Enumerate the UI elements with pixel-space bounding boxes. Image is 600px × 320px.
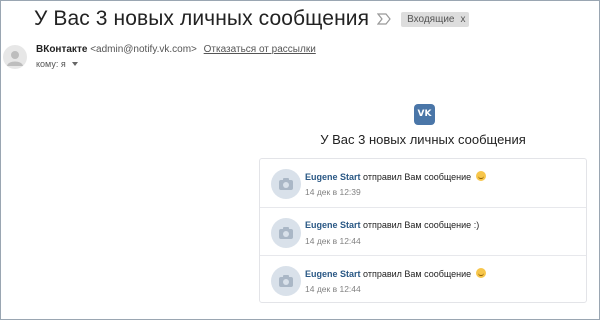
message-author-link[interactable]: Eugene Start: [305, 220, 361, 230]
inbox-label[interactable]: Входящие x: [401, 11, 470, 27]
smile-emoji-icon: [475, 171, 486, 181]
vk-logo-text: VK: [417, 109, 432, 119]
message-author-link[interactable]: Eugene Start: [305, 172, 361, 182]
recipient-details-chevron-icon[interactable]: [71, 62, 78, 66]
email-header: У Вас 3 новых личных сообщения Входящие …: [34, 7, 470, 31]
message-suffix: :): [473, 220, 480, 230]
message-text-line: Eugene Start отправил Вам сообщение :): [305, 220, 479, 230]
message-time: 14 дек в 12:39: [305, 187, 361, 197]
importance-marker-icon[interactable]: [377, 13, 391, 25]
recipient-line[interactable]: кому: я: [36, 59, 78, 69]
message-text: отправил Вам сообщение: [363, 172, 472, 182]
camera-icon: [279, 178, 293, 190]
message-text: отправил Вам сообщение: [363, 269, 472, 279]
message-avatar[interactable]: [271, 218, 301, 248]
sender-email: <admin@notify.vk.com>: [90, 44, 197, 55]
camera-icon: [279, 275, 293, 287]
unsubscribe-link[interactable]: Отказаться от рассылки: [204, 44, 316, 55]
camera-icon: [279, 227, 293, 239]
message-text: отправил Вам сообщение: [363, 220, 472, 230]
message-time: 14 дек в 12:44: [305, 236, 361, 246]
message-avatar[interactable]: [271, 169, 301, 199]
remove-label-icon[interactable]: x: [460, 14, 465, 25]
smile-emoji-icon: [475, 268, 486, 278]
sender-line: ВКонтакте <admin@notify.vk.com> Отказать…: [36, 44, 316, 55]
messages-card: Eugene Start отправил Вам сообщение 14 д…: [259, 158, 587, 303]
message-avatar[interactable]: [271, 266, 301, 296]
message-item[interactable]: Eugene Start отправил Вам сообщение 14 д…: [260, 159, 586, 207]
vk-logo: VK: [414, 104, 435, 125]
sender-avatar: [3, 45, 27, 69]
mail-body-title: У Вас 3 новых личных сообщения: [320, 132, 526, 147]
recipient-text: кому: я: [36, 59, 66, 69]
message-author-link[interactable]: Eugene Start: [305, 269, 361, 279]
message-time: 14 дек в 12:44: [305, 284, 361, 294]
inbox-label-text: Входящие: [407, 13, 455, 25]
sender-name: ВКонтакте: [36, 44, 88, 55]
message-text-line: Eugene Start отправил Вам сообщение: [305, 171, 486, 182]
person-icon: [7, 51, 23, 66]
email-subject: У Вас 3 новых личных сообщения: [34, 7, 370, 30]
message-item[interactable]: Eugene Start отправил Вам сообщение :) 1…: [260, 207, 586, 256]
message-text-line: Eugene Start отправил Вам сообщение: [305, 268, 486, 279]
message-item[interactable]: Eugene Start отправил Вам сообщение 14 д…: [260, 255, 586, 304]
